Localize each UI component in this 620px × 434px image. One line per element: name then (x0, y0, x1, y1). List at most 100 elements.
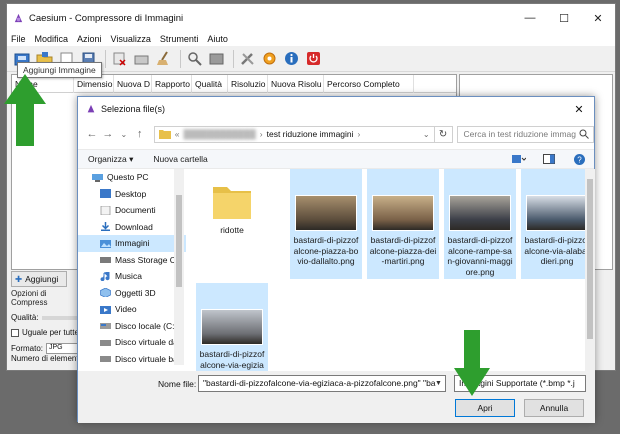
same-for-all-label: Uguale per tutte (22, 328, 79, 337)
image-thumbnail (372, 195, 434, 231)
chevron-down-icon[interactable]: ⌄ (423, 130, 430, 139)
navigation-pane: Questo PC Desktop Documenti Download Immagin… (78, 169, 186, 365)
menu-azioni[interactable]: Azioni (77, 34, 102, 44)
search-input[interactable]: Cerca in test riduzione immag (456, 125, 595, 143)
nav-item[interactable]: Disco virtuale ba (78, 351, 186, 368)
search-placeholder: Cerca in test riduzione immag (463, 129, 576, 139)
add-button[interactable]: ✚ Aggiungi (11, 271, 67, 287)
breadcrumb-current[interactable]: test riduzione immagini (267, 129, 354, 139)
quality-slider[interactable] (41, 315, 82, 320)
cancel-button[interactable]: Annulla (524, 399, 584, 417)
preview-pane-icon[interactable] (542, 153, 556, 165)
nav-item[interactable]: Video (78, 301, 186, 318)
compression-options: Opzioni di Compress Qualità: Uguale per … (11, 288, 83, 354)
blurred-path-segment: ████████████ (183, 129, 256, 139)
nav-item[interactable]: Immagini (78, 235, 186, 252)
tools-icon (241, 53, 254, 65)
nav-item-icon (100, 339, 111, 346)
preview-button[interactable] (185, 49, 204, 68)
open-button[interactable]: Apri (455, 399, 515, 417)
power-icon (307, 52, 320, 65)
refresh-button[interactable]: ↻ (434, 125, 453, 143)
organize-button[interactable]: Organizza ▾ (88, 154, 133, 165)
forward-button[interactable]: → (100, 128, 116, 140)
nav-item[interactable]: Mass Storage Co (78, 252, 186, 269)
plus-icon: ✚ (15, 273, 23, 284)
recent-dropdown-button[interactable]: ⌄ (116, 130, 132, 139)
command-bar: Organizza ▾ Nuova cartella ? (78, 149, 594, 169)
menu-modifica[interactable]: Modifica (35, 34, 69, 44)
compress-button[interactable] (207, 49, 226, 68)
options-title: Opzioni di Compress (11, 289, 48, 307)
folder-icon (158, 130, 171, 139)
green-up-arrow-icon (4, 74, 46, 146)
path-box[interactable]: « ████████████ › test riduzione immagini… (153, 125, 435, 143)
column-header[interactable]: Nuova Risolu (268, 74, 324, 93)
clear-icon (134, 55, 149, 65)
column-header[interactable]: Nuova D (114, 74, 152, 93)
view-options-icon[interactable] (512, 153, 526, 165)
column-header[interactable]: Percorso Completo (324, 74, 414, 93)
nav-item[interactable]: Desktop (78, 186, 186, 203)
file-scrollbar-thumb[interactable] (587, 179, 593, 339)
up-button[interactable]: ↑ (132, 128, 148, 140)
help-icon[interactable]: ? (572, 153, 586, 165)
nav-item[interactable]: Musica (78, 268, 186, 285)
new-folder-button[interactable]: Nuova cartella (153, 154, 207, 164)
nav-item-label: Disco virtuale ba (115, 353, 178, 364)
clear-list-button[interactable] (132, 49, 151, 68)
caesium-logo-icon (87, 104, 95, 113)
filename-dropdown-icon[interactable]: ▼ (435, 380, 442, 387)
dialog-title: Seleziona file(s) (101, 104, 166, 114)
column-header[interactable]: Risoluzio (228, 74, 268, 93)
toolbar-separator (105, 49, 106, 68)
close-button[interactable]: ✕ (581, 4, 615, 32)
menu-aiuto[interactable]: Aiuto (207, 34, 228, 44)
info-button[interactable] (282, 49, 301, 68)
nav-item[interactable]: Oggetti 3D (78, 285, 186, 302)
image-thumbnail (526, 195, 588, 231)
column-header[interactable]: Qualità (192, 74, 228, 93)
file-item-label: bastardi-di-pizzofalcone-piazza-dei-mart… (369, 235, 437, 266)
filename-input[interactable]: "bastardi-di-pizzofalcone-via-egiziaca-a… (198, 375, 446, 392)
file-item[interactable]: bastardi-di-pizzofalcone-rampe-san-giova… (444, 169, 516, 279)
back-button[interactable]: ← (84, 128, 100, 140)
dialog-close-button[interactable]: ✕ (564, 103, 594, 116)
nav-item[interactable]: Download (78, 219, 186, 236)
exit-button[interactable] (304, 49, 323, 68)
nav-item[interactable]: Documenti (78, 202, 186, 219)
menu-visualizza[interactable]: Visualizza (111, 34, 151, 44)
filename-label: Nome file: (158, 379, 197, 389)
dialog-title-bar: Seleziona file(s) ✕ (78, 97, 594, 121)
nav-scrollbar-thumb[interactable] (176, 195, 182, 287)
tools-button[interactable] (238, 49, 257, 68)
delete-button[interactable] (110, 49, 129, 68)
nav-item[interactable]: Questo PC (78, 169, 186, 186)
menu-strumenti[interactable]: Strumenti (160, 34, 199, 44)
file-scrollbar[interactable] (585, 169, 595, 371)
nav-item-label: Desktop (115, 188, 147, 199)
settings-button[interactable] (260, 49, 279, 68)
maximize-button[interactable]: ☐ (547, 4, 581, 32)
magnifier-icon (188, 52, 202, 66)
image-thumbnail (201, 309, 263, 345)
file-item[interactable]: bastardi-di-pizzofalcone-via-alabardieri… (521, 169, 593, 279)
menu-file[interactable]: File (11, 34, 26, 44)
title-bar: Caesium - Compressore di Immagini — ☐ ✕ (7, 4, 615, 32)
nav-item-icon (101, 222, 110, 232)
file-item[interactable]: bastardi-di-pizzofalcone-piazza-bovio-da… (290, 169, 362, 279)
same-for-all-checkbox[interactable] (11, 328, 19, 337)
file-item[interactable]: bastardi-di-pizzofalcone-piazza-dei-mart… (367, 169, 439, 279)
nav-item-icon (100, 305, 111, 314)
broom-button[interactable] (154, 49, 173, 68)
folder-item[interactable]: ridotte (196, 169, 268, 279)
nav-item[interactable]: Disco locale (C:) (78, 318, 186, 335)
column-header[interactable]: Rapporto (152, 74, 192, 93)
nav-item[interactable]: Disco virtuale da (78, 334, 186, 351)
minimize-button[interactable]: — (513, 4, 547, 32)
breadcrumb-separator: › (357, 129, 361, 139)
nav-item-label: Questo PC (107, 172, 149, 183)
image-thumbnail (295, 195, 357, 231)
nav-scrollbar[interactable] (174, 169, 184, 365)
nav-item-icon (100, 189, 111, 199)
